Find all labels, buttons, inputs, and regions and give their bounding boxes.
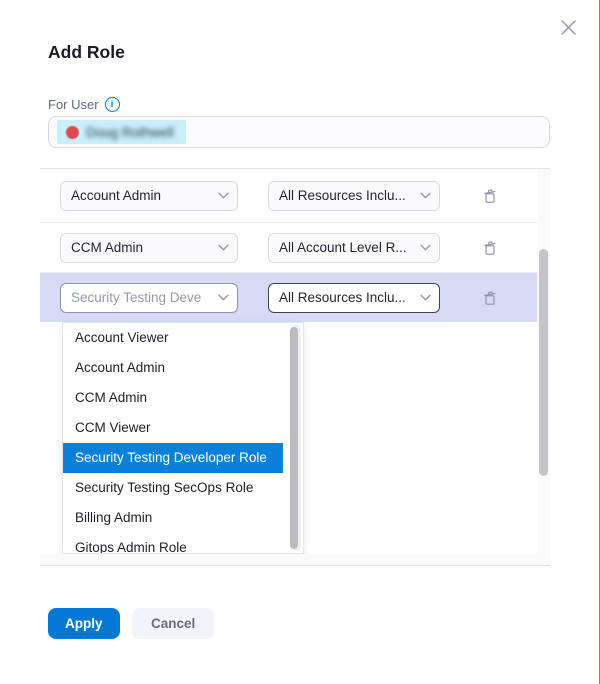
dropdown-scrollbar-track: [291, 325, 301, 551]
user-chip[interactable]: Doug Rothwell: [57, 120, 186, 144]
role-option[interactable]: Gitops Admin Role: [63, 533, 283, 554]
role-assignments-panel: Account Admin All Resources Inclu...: [40, 168, 550, 566]
user-field[interactable]: Doug Rothwell: [48, 116, 550, 148]
chevron-down-icon: [218, 244, 229, 251]
panel-scrollbar-gutter: [537, 169, 550, 554]
delete-role-button[interactable]: [480, 186, 500, 206]
resource-group-select[interactable]: All Resources Inclu...: [268, 283, 440, 313]
close-icon: [559, 18, 578, 37]
role-option[interactable]: Account Admin: [63, 353, 283, 383]
user-name: Doug Rothwell: [86, 125, 174, 140]
role-option[interactable]: CCM Admin: [63, 383, 283, 413]
for-user-label-row: For User i: [48, 97, 120, 112]
role-assignments-viewport: Account Admin All Resources Inclu...: [40, 169, 550, 554]
dropdown-scrollbar-thumb[interactable]: [290, 327, 298, 549]
role-option[interactable]: Account Viewer: [63, 323, 283, 353]
role-select-value: Account Admin: [61, 188, 214, 203]
apply-button[interactable]: Apply: [48, 608, 120, 639]
resource-group-select[interactable]: All Account Level R...: [268, 233, 440, 263]
role-option-highlighted[interactable]: Security Testing Developer Role: [63, 443, 283, 473]
trash-icon: [482, 290, 498, 306]
trash-icon: [482, 188, 498, 204]
role-row-active: Security Testing Deve All Resources Incl…: [40, 273, 550, 322]
page-title: Add Role: [48, 42, 125, 63]
info-icon[interactable]: i: [105, 97, 120, 112]
role-option[interactable]: Billing Admin: [63, 503, 283, 533]
close-button[interactable]: [557, 16, 579, 38]
delete-role-button[interactable]: [480, 288, 500, 308]
role-select-open[interactable]: Security Testing Deve: [60, 283, 238, 313]
resource-group-select[interactable]: All Resources Inclu...: [268, 181, 440, 211]
chevron-down-icon: [218, 294, 229, 301]
trash-icon: [482, 240, 498, 256]
role-select-value: CCM Admin: [61, 240, 214, 255]
panel-scrollbar-thumb[interactable]: [539, 249, 548, 476]
role-select[interactable]: Account Admin: [60, 181, 238, 211]
chevron-down-icon: [420, 192, 431, 199]
role-option[interactable]: CCM Viewer: [63, 413, 283, 443]
delete-role-button[interactable]: [480, 238, 500, 258]
role-row: CCM Admin All Account Level R...: [40, 223, 550, 273]
resource-group-select-value: All Resources Inclu...: [269, 290, 416, 305]
role-row: Account Admin All Resources Inclu...: [40, 169, 550, 223]
chevron-down-icon: [218, 192, 229, 199]
role-dropdown-menu: Account Viewer Account Admin CCM Admin C…: [62, 322, 304, 554]
resource-group-select-value: All Account Level R...: [269, 240, 416, 255]
role-select[interactable]: CCM Admin: [60, 233, 238, 263]
cancel-button[interactable]: Cancel: [132, 608, 214, 639]
role-option[interactable]: Security Testing SecOps Role: [63, 473, 283, 503]
for-user-label: For User: [48, 97, 99, 112]
chevron-down-icon: [420, 294, 431, 301]
resource-group-select-value: All Resources Inclu...: [269, 188, 416, 203]
role-select-value: Security Testing Deve: [61, 290, 214, 305]
chevron-down-icon: [420, 244, 431, 251]
avatar: [66, 126, 79, 139]
